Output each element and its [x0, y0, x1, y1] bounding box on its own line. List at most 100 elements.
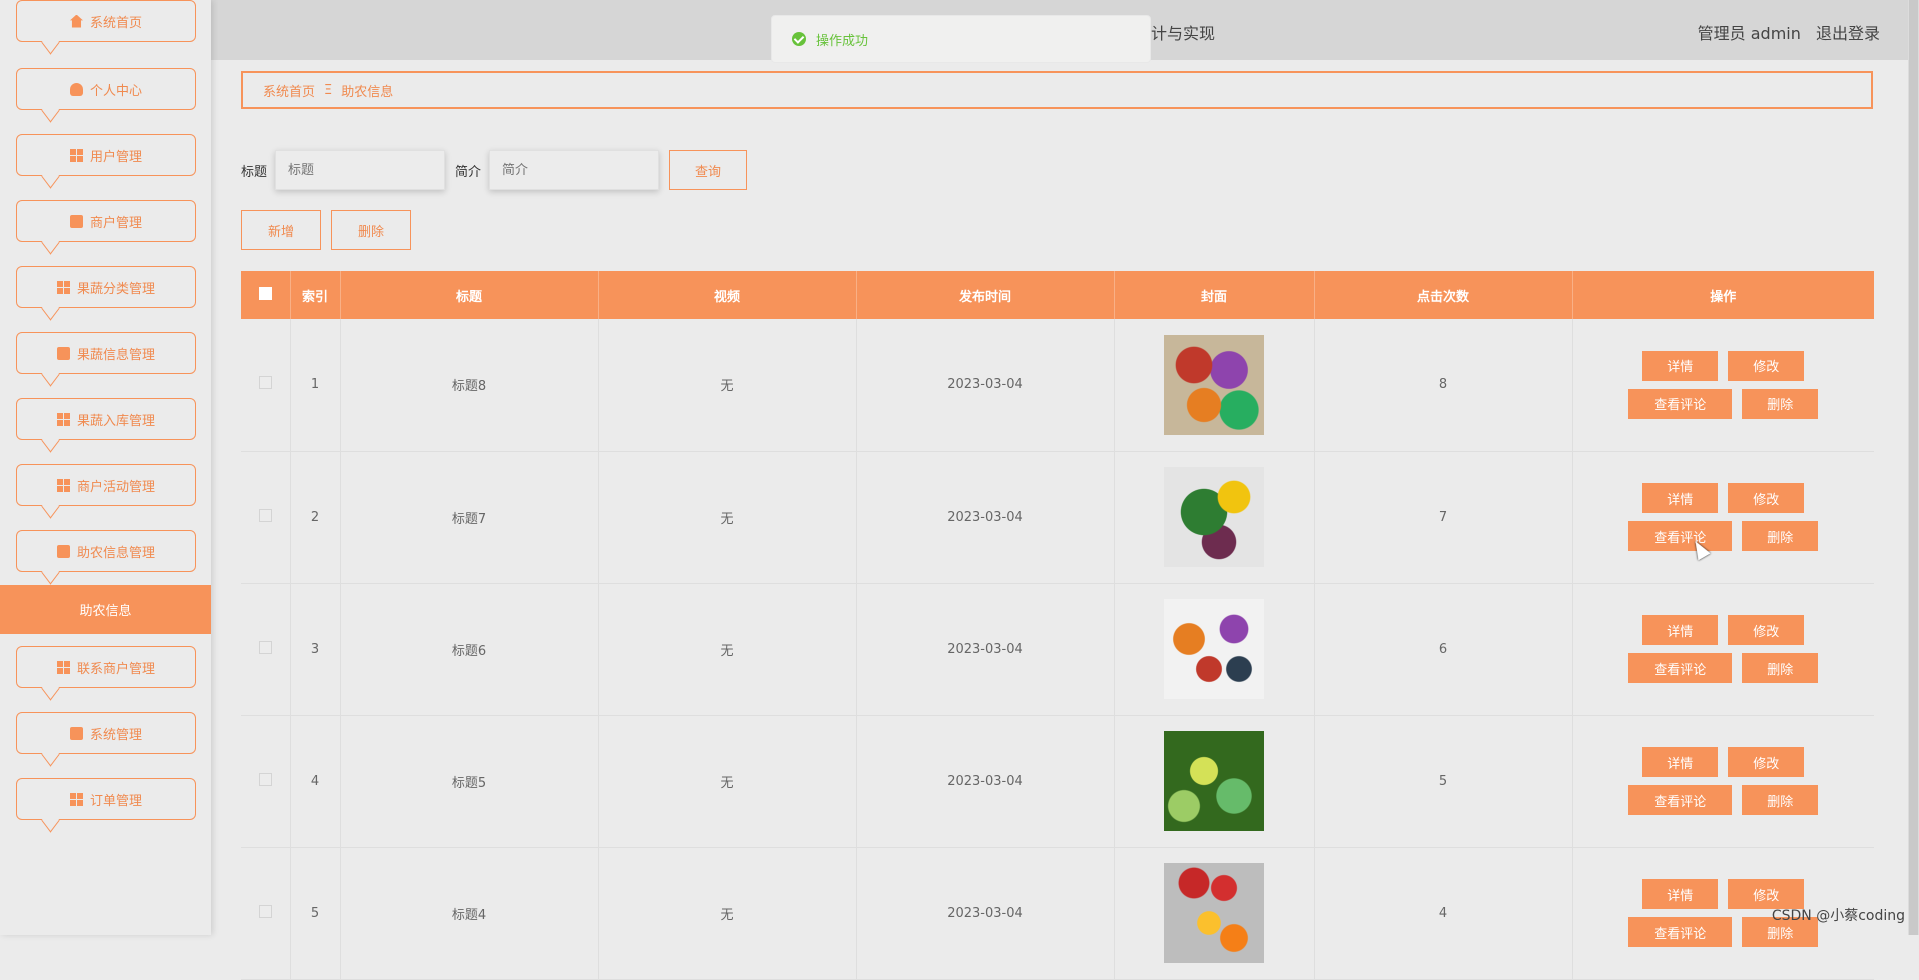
logout-link[interactable]: 退出登录	[1816, 24, 1880, 43]
detail-button[interactable]: 详情	[1642, 350, 1719, 381]
title-search-input[interactable]	[275, 150, 446, 190]
edit-button[interactable]: 修改	[1728, 483, 1805, 513]
row-checkbox[interactable]	[258, 508, 272, 522]
view-comments-button[interactable]: 查看评论	[1628, 521, 1733, 551]
sidebar-item-label: 订单管理	[89, 793, 142, 809]
clipboard-icon	[56, 346, 70, 360]
col-header: 视频	[598, 271, 857, 319]
edit-button[interactable]: 修改	[1728, 350, 1805, 381]
toast-message: 操作成功	[816, 33, 869, 49]
sidebar-item-orders[interactable]: 订单管理	[16, 778, 196, 820]
col-header: 发布时间	[856, 271, 1115, 319]
watermark: CSDN @小蔡coding	[1771, 908, 1905, 924]
index-cell: 4	[290, 715, 341, 848]
view-comments-button[interactable]: 查看评论	[1628, 785, 1733, 815]
date-cell: 2023-03-04	[856, 451, 1115, 584]
date-cell: 2023-03-04	[856, 319, 1115, 452]
ops-cell: 详情 修改 查看评论 删除	[1572, 715, 1874, 848]
sidebar-item-produce-info[interactable]: 果蔬信息管理	[16, 332, 196, 374]
clicks-cell: 8	[1314, 319, 1573, 452]
table-row: 5 标题4 无 2023-03-04 4 详情 修改 查看评论 删除	[241, 847, 1874, 980]
col-header: 封面	[1114, 271, 1315, 319]
clicks-cell: 7	[1314, 451, 1573, 584]
intro-filter-label: 简介	[455, 164, 482, 180]
sidebar-item-activities[interactable]: 商户活动管理	[16, 464, 196, 506]
grid-icon	[69, 148, 83, 162]
video-cell: 无	[598, 319, 857, 452]
search-bar: 标题 简介 查询	[241, 150, 748, 190]
detail-button[interactable]: 详情	[1642, 747, 1719, 777]
toolbar: 新增 删除	[241, 210, 411, 250]
sidebar-item-profile[interactable]: 个人中心	[16, 68, 196, 110]
sidebar-item-home[interactable]: 系统首页	[16, 0, 196, 42]
select-all-cell	[241, 271, 291, 319]
cover-image	[1164, 731, 1264, 831]
detail-button[interactable]: 详情	[1642, 483, 1719, 513]
sidebar-item-label: 系统首页	[89, 15, 142, 31]
view-comments-button[interactable]: 查看评论	[1628, 653, 1733, 683]
delete-button[interactable]: 删除	[1742, 521, 1819, 551]
scrollbar-thumb[interactable]	[1909, 0, 1918, 935]
video-cell: 无	[598, 847, 857, 980]
sidebar-item-stock-in[interactable]: 果蔬入库管理	[16, 398, 196, 440]
delete-button[interactable]: 删除	[1742, 388, 1819, 419]
title-cell: 标题7	[340, 451, 599, 584]
index-cell: 1	[290, 319, 341, 452]
sidebar-item-system[interactable]: 系统管理	[16, 712, 196, 754]
delete-button[interactable]: 删除	[1742, 653, 1819, 683]
scrollbar[interactable]	[1908, 0, 1919, 935]
cover-cell	[1114, 319, 1315, 452]
table-row: 1 标题8 无 2023-03-04 8 详情 修改 查看评论 删除	[241, 319, 1874, 452]
sidebar-subitem-farm-info[interactable]: 助农信息	[0, 585, 211, 634]
edit-button[interactable]: 修改	[1728, 615, 1805, 645]
col-header: 点击次数	[1314, 271, 1573, 319]
video-cell: 无	[598, 715, 857, 848]
sidebar-item-label: 助农信息管理	[76, 545, 155, 561]
home-icon	[69, 14, 83, 28]
cover-cell	[1114, 451, 1315, 584]
view-comments-button[interactable]: 查看评论	[1628, 917, 1733, 947]
admin-label: 管理员 admin	[1697, 24, 1801, 43]
sidebar-item-label: 用户管理	[89, 149, 142, 165]
batch-delete-button[interactable]: 删除	[331, 210, 411, 250]
row-checkbox[interactable]	[258, 904, 272, 918]
date-cell: 2023-03-04	[856, 583, 1115, 716]
table-row: 3 标题6 无 2023-03-04 6 详情 修改 查看评论 删除	[241, 583, 1874, 716]
view-comments-button[interactable]: 查看评论	[1628, 388, 1733, 419]
ops-cell: 详情 修改 查看评论 删除	[1572, 319, 1874, 452]
row-checkbox[interactable]	[258, 772, 272, 786]
delete-button[interactable]: 删除	[1742, 785, 1819, 815]
date-cell: 2023-03-04	[856, 847, 1115, 980]
edit-button[interactable]: 修改	[1728, 747, 1805, 777]
row-checkbox[interactable]	[258, 376, 272, 390]
detail-button[interactable]: 详情	[1642, 615, 1719, 645]
col-header: 操作	[1572, 271, 1874, 319]
select-all-checkbox[interactable]	[258, 286, 272, 300]
clicks-cell: 6	[1314, 583, 1573, 716]
sidebar-item-merchants[interactable]: 商户管理	[16, 200, 196, 242]
grid-icon	[69, 792, 83, 806]
row-select-cell	[241, 319, 291, 452]
cover-cell	[1114, 715, 1315, 848]
sidebar-item-farm-info[interactable]: 助农信息管理	[16, 530, 196, 572]
title-cell: 标题5	[340, 715, 599, 848]
query-button[interactable]: 查询	[669, 150, 748, 190]
add-button[interactable]: 新增	[241, 210, 321, 250]
title-cell: 标题6	[340, 583, 599, 716]
breadcrumb-home[interactable]: 系统首页	[263, 81, 315, 100]
sidebar-item-contact[interactable]: 联系商户管理	[16, 646, 196, 688]
cover-image	[1164, 863, 1264, 963]
sidebar-item-categories[interactable]: 果蔬分类管理	[16, 266, 196, 308]
sidebar-item-users[interactable]: 用户管理	[16, 134, 196, 176]
row-select-cell	[241, 451, 291, 584]
row-checkbox[interactable]	[258, 640, 272, 654]
wallet-icon	[69, 726, 83, 740]
clicks-cell: 5	[1314, 715, 1573, 848]
grid-icon	[56, 478, 70, 492]
user-icon	[69, 82, 83, 96]
intro-search-input[interactable]	[489, 150, 660, 190]
row-select-cell	[241, 847, 291, 980]
cover-cell	[1114, 583, 1315, 716]
detail-button[interactable]: 详情	[1642, 879, 1719, 909]
ops-cell: 详情 修改 查看评论 删除	[1572, 451, 1874, 584]
